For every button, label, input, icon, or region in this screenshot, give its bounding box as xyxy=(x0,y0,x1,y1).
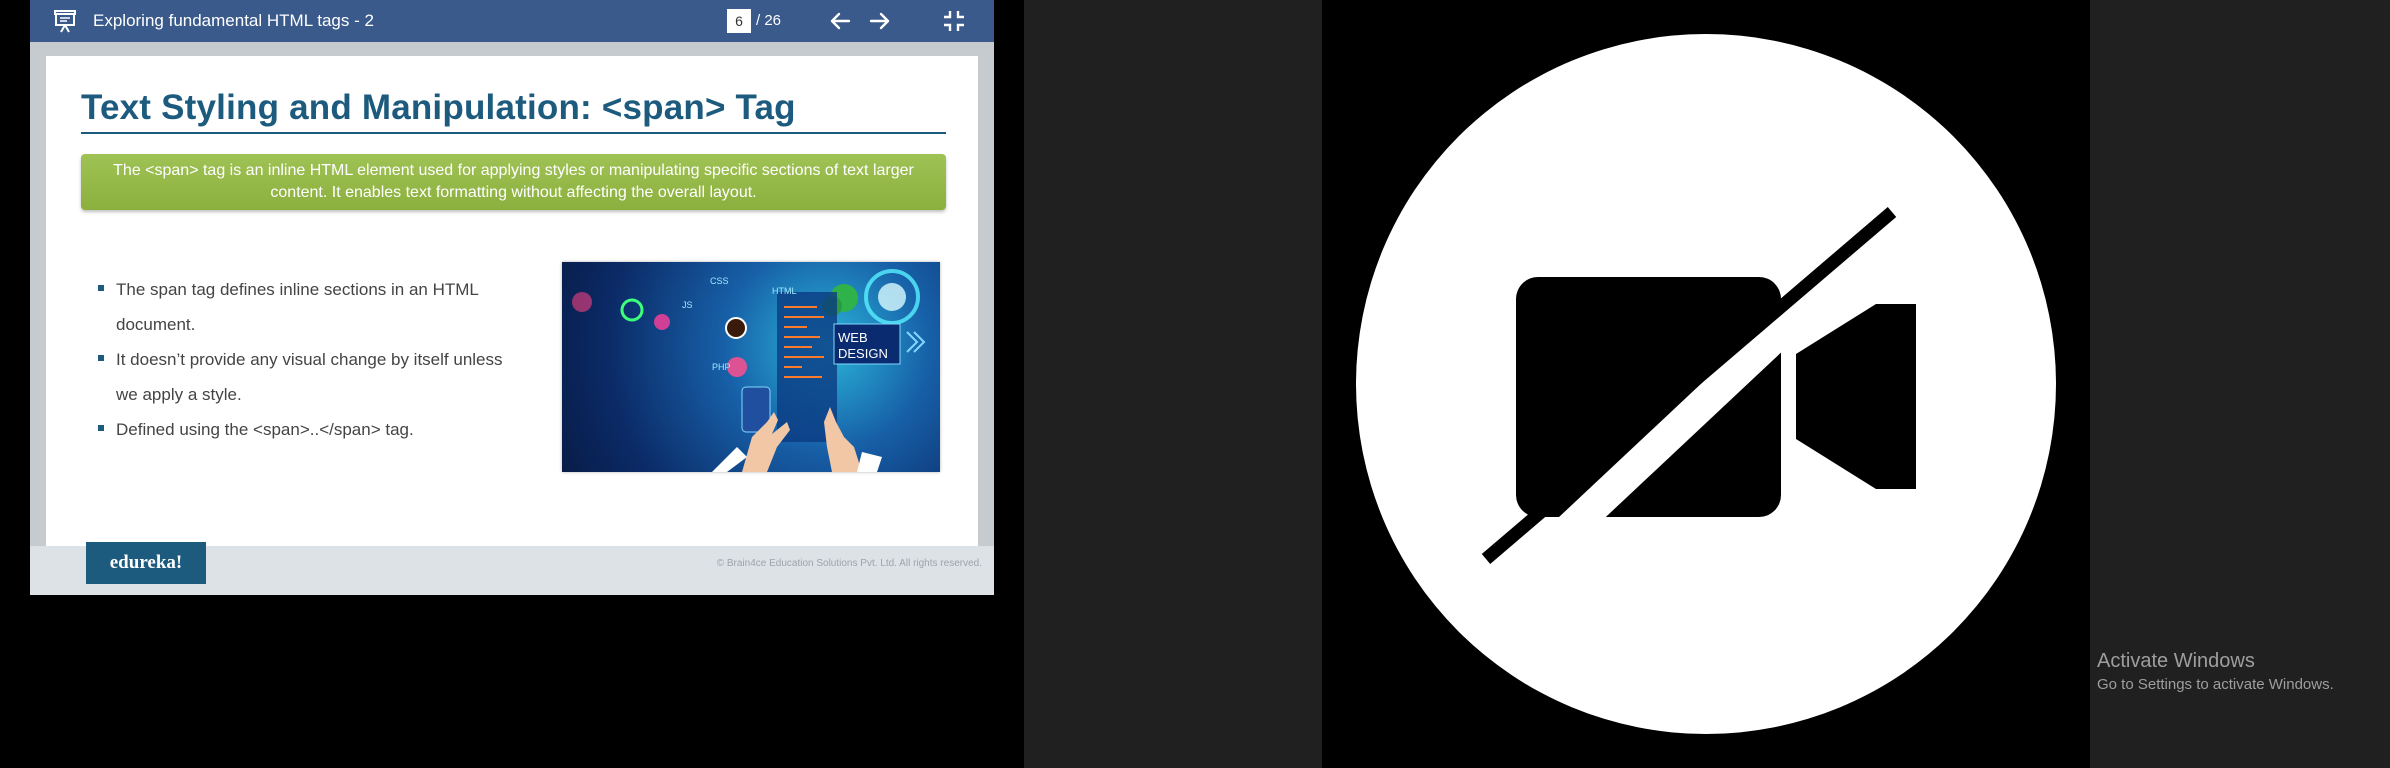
js-label: JS xyxy=(682,300,693,310)
presentation-viewer: Exploring fundamental HTML tags - 2 6 / … xyxy=(30,0,994,595)
previous-slide-button[interactable] xyxy=(827,9,853,33)
web-label: WEB xyxy=(838,330,868,345)
page-total: / 26 xyxy=(756,12,782,29)
slide-title: Text Styling and Manipulation: <span> Ta… xyxy=(81,88,796,127)
copyright-text: © Brain4ce Education Solutions Pvt. Ltd.… xyxy=(716,558,982,569)
video-tile xyxy=(1322,0,2090,768)
intro-text: The <span> tag is an inline HTML element… xyxy=(113,162,914,201)
title-underline xyxy=(81,132,946,134)
intro-callout: The <span> tag is an inline HTML element… xyxy=(81,154,946,210)
presentation-title: Exploring fundamental HTML tags - 2 xyxy=(93,11,374,30)
css-label: CSS xyxy=(710,276,729,286)
bullet-item: The span tag defines inline sections in … xyxy=(94,272,524,342)
edureka-logo: edureka! xyxy=(86,542,206,584)
activate-windows-subtitle[interactable]: Go to Settings to activate Windows. xyxy=(2097,676,2334,693)
video-off-icon xyxy=(1356,34,2056,734)
slide-content: Text Styling and Manipulation: <span> Ta… xyxy=(46,56,978,546)
php-label: PHP xyxy=(712,362,731,372)
design-label: DESIGN xyxy=(838,346,888,361)
video-panel-left-margin xyxy=(1024,0,1322,768)
current-page-input[interactable]: 6 xyxy=(727,9,751,33)
web-design-illustration: WEB DESIGN CSS HTML JS PHP xyxy=(562,262,940,472)
html-label: HTML xyxy=(772,286,797,296)
bullet-list: The span tag defines inline sections in … xyxy=(94,272,524,447)
activate-windows-title: Activate Windows xyxy=(2097,650,2255,672)
presentation-icon xyxy=(54,10,76,33)
bullet-item: Defined using the <span>..</span> tag. xyxy=(94,412,524,447)
exit-fullscreen-button[interactable] xyxy=(941,9,967,33)
next-slide-button[interactable] xyxy=(867,9,893,33)
bullet-item: It doesn’t provide any visual change by … xyxy=(94,342,524,412)
viewer-toolbar: Exploring fundamental HTML tags - 2 6 / … xyxy=(30,0,994,42)
